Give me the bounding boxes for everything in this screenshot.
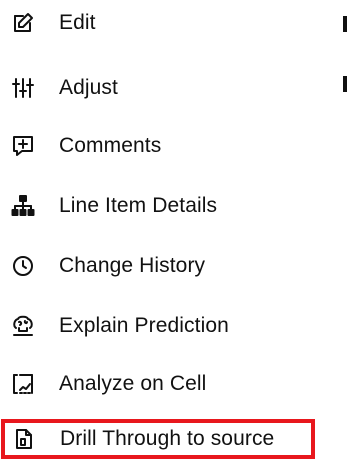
edit-icon: [10, 10, 36, 36]
menu-item-edit[interactable]: Edit: [0, 3, 330, 43]
context-menu: Edit Adjust Comments Line Item Details C…: [0, 0, 349, 461]
submenu-edge-mark: [343, 76, 347, 92]
menu-item-drill-through-to-source[interactable]: Drill Through to source: [1, 419, 315, 459]
menu-item-label: Drill Through to source: [60, 427, 275, 450]
submenu-edge-mark: [343, 16, 347, 32]
menu-item-change-history[interactable]: Change History: [0, 246, 330, 286]
menu-item-label: Adjust: [59, 76, 118, 99]
clock-icon: [10, 253, 36, 279]
comment-plus-icon: [10, 133, 36, 159]
menu-item-explain-prediction[interactable]: Explain Prediction: [0, 306, 330, 346]
menu-item-label: Comments: [59, 134, 162, 157]
menu-item-comments[interactable]: Comments: [0, 126, 330, 166]
analyze-icon: [10, 371, 36, 397]
menu-item-label: Line Item Details: [59, 194, 218, 217]
menu-item-line-item-details[interactable]: Line Item Details: [0, 186, 330, 226]
hierarchy-icon: [10, 193, 36, 219]
brain-icon: [10, 313, 36, 339]
menu-item-label: Analyze on Cell: [59, 372, 207, 395]
menu-item-label: Explain Prediction: [59, 314, 229, 337]
sliders-icon: [10, 75, 36, 101]
menu-item-label: Change History: [59, 254, 206, 277]
drill-through-icon: [11, 426, 37, 452]
menu-item-adjust[interactable]: Adjust: [0, 68, 330, 108]
menu-item-label: Edit: [59, 11, 96, 34]
menu-item-analyze-on-cell[interactable]: Analyze on Cell: [0, 364, 330, 404]
